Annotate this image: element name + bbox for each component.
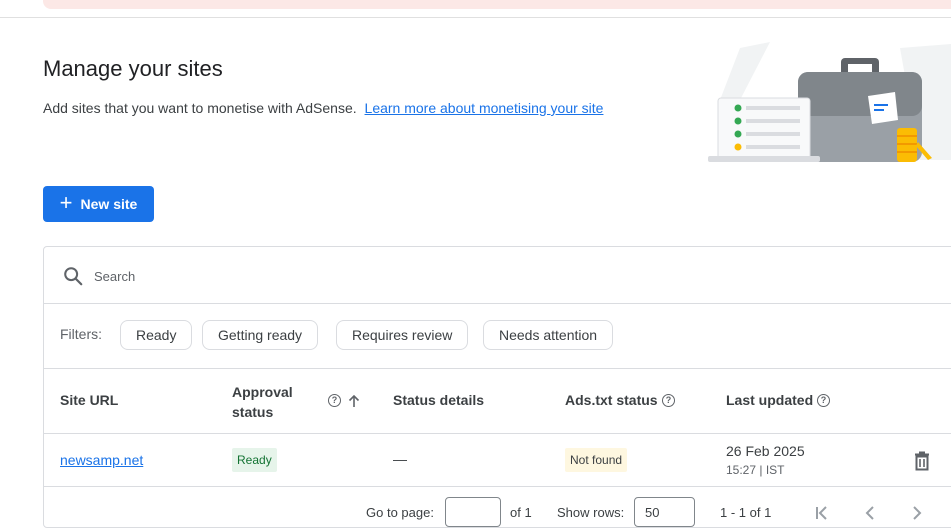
first-page-icon[interactable]: [812, 503, 832, 523]
pagination: Go to page: of 1 Show rows: 1 - 1 of 1: [44, 487, 951, 527]
page-description: Add sites that you want to monetise with…: [43, 100, 603, 116]
table-header: Site URL Approval status ? Status detail…: [44, 369, 951, 434]
new-site-button[interactable]: + New site: [43, 186, 154, 222]
sites-table: Filters: Ready Getting ready Requires re…: [43, 246, 951, 528]
page-range: 1 - 1 of 1: [720, 505, 772, 520]
page-title: Manage your sites: [43, 56, 223, 81]
search-bar: [44, 247, 951, 304]
filter-chip-ready[interactable]: Ready: [120, 320, 193, 350]
go-to-page-label: Go to page:: [366, 505, 434, 520]
show-rows-label: Show rows:: [557, 505, 625, 520]
approval-status-line2: status: [232, 404, 274, 420]
page-description-text: Add sites that you want to monetise with…: [43, 100, 357, 116]
previous-page-icon[interactable]: [860, 503, 880, 523]
page-number-input[interactable]: [445, 497, 501, 527]
alert-banner: [43, 0, 951, 9]
delete-icon[interactable]: [910, 449, 934, 473]
filters-label: Filters:: [60, 326, 102, 342]
last-updated-time: 15:27 | IST: [726, 463, 785, 477]
sort-arrow-up-icon[interactable]: [347, 393, 361, 409]
help-icon[interactable]: ?: [817, 394, 830, 407]
last-updated-date: 26 Feb 2025: [726, 443, 805, 459]
search-icon: [64, 267, 83, 286]
column-header-approval-status[interactable]: Approval status: [232, 382, 293, 422]
search-input[interactable]: [92, 263, 796, 289]
status-badge-ready: Ready: [232, 448, 277, 472]
filter-chip-needs-attention[interactable]: Needs attention: [483, 320, 614, 350]
column-header-status-details: Status details: [393, 392, 485, 408]
rows-per-page-select[interactable]: [634, 497, 695, 527]
site-url-link[interactable]: newsamp.net: [60, 452, 143, 468]
page-count: of 1: [510, 505, 532, 520]
ads-txt-status-badge: Not found: [565, 448, 628, 472]
next-page-icon[interactable]: [907, 503, 927, 523]
column-header-last-updated: Last updated: [726, 392, 814, 408]
learn-more-link[interactable]: Learn more about monetising your site: [365, 100, 604, 116]
filter-chip-requires-review[interactable]: Requires review: [336, 320, 469, 350]
plus-icon: +: [59, 190, 73, 215]
table-row: newsamp.net Ready — Not found 26 Feb 202…: [44, 434, 951, 487]
help-icon[interactable]: ?: [328, 394, 341, 407]
approval-status-line1: Approval: [232, 384, 293, 400]
divider: [0, 17, 951, 18]
column-header-site-url[interactable]: Site URL: [60, 392, 118, 408]
filters-bar: Filters: Ready Getting ready Requires re…: [44, 304, 951, 369]
status-details: —: [393, 451, 407, 467]
new-site-label: New site: [80, 196, 138, 212]
sites-illustration: [708, 42, 951, 162]
filter-chip-getting-ready[interactable]: Getting ready: [202, 320, 319, 350]
help-icon[interactable]: ?: [662, 394, 675, 407]
column-header-ads-txt-status: Ads.txt status: [565, 392, 658, 408]
